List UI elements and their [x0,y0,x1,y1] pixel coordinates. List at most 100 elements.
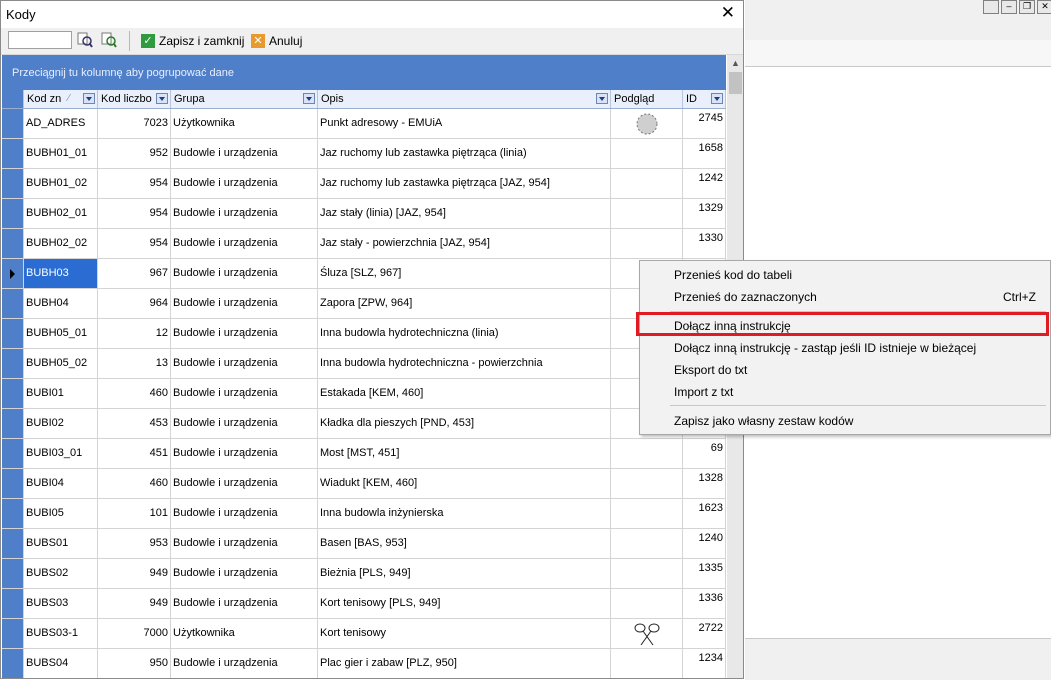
cell-kod-zn[interactable]: BUBI04 [24,469,98,498]
cell-kod-liczbo[interactable]: 12 [98,319,171,348]
cell-kod-zn[interactable]: BUBH02_01 [24,199,98,228]
cell-kod-zn[interactable]: BUBH05_02 [24,349,98,378]
filter-dropdown-icon[interactable] [156,93,168,104]
cell-opis[interactable]: Basen [BAS, 953] [318,529,611,558]
cell-opis[interactable]: Jaz stały - powierzchnia [JAZ, 954] [318,229,611,258]
cell-id[interactable]: 1335 [683,559,726,588]
cell-id[interactable]: 1240 [683,529,726,558]
cell-kod-zn[interactable]: BUBS01 [24,529,98,558]
dialog-close-button[interactable]: ✕ [721,4,735,21]
find-next-icon[interactable] [101,32,117,48]
row-indicator[interactable] [2,499,24,528]
cell-kod-liczbo[interactable]: 954 [98,199,171,228]
cell-grupa[interactable]: Budowle i urządzenia [171,229,318,258]
cell-kod-liczbo[interactable]: 453 [98,409,171,438]
cell-kod-zn[interactable]: BUBH04 [24,289,98,318]
context-menu-item[interactable]: Przenieś kod do tabeli [640,264,1050,286]
cell-kod-liczbo[interactable]: 460 [98,469,171,498]
row-indicator[interactable] [2,589,24,618]
context-menu-item[interactable]: Zapisz jako własny zestaw kodów [640,410,1050,432]
cell-podglad[interactable] [611,529,683,558]
column-header-grupa[interactable]: Grupa [171,90,318,108]
cell-opis[interactable]: Inna budowla hydrotechniczna (linia) [318,319,611,348]
cell-kod-liczbo[interactable]: 451 [98,439,171,468]
context-menu-item[interactable]: Dołącz inną instrukcję - zastąp jeśli ID… [640,337,1050,359]
cell-grupa[interactable]: Budowle i urządzenia [171,289,318,318]
cell-opis[interactable]: Zapora [ZPW, 964] [318,289,611,318]
cell-podglad[interactable] [611,499,683,528]
table-row[interactable]: BUBH01_02 954 Budowle i urządzenia Jaz ruch… [2,169,726,199]
column-header-opis[interactable]: Opis [318,90,611,108]
find-icon[interactable] [77,32,93,48]
cell-opis[interactable]: Most [MST, 451] [318,439,611,468]
row-indicator[interactable] [2,199,24,228]
cell-grupa[interactable]: Budowle i urządzenia [171,469,318,498]
cell-grupa[interactable]: Budowle i urządzenia [171,499,318,528]
cell-kod-zn[interactable]: BUBI03_01 [24,439,98,468]
cell-podglad[interactable] [611,109,683,138]
cell-opis[interactable]: Inna budowla inżynierska [318,499,611,528]
cell-grupa[interactable]: Budowle i urządzenia [171,169,318,198]
filter-dropdown-icon[interactable] [303,93,315,104]
table-row[interactable]: BUBH05_01 12 Budowle i urządzenia Inna budo… [2,319,726,349]
cell-kod-liczbo[interactable]: 101 [98,499,171,528]
cell-grupa[interactable]: Budowle i urządzenia [171,409,318,438]
row-indicator[interactable] [2,649,24,678]
cell-podglad[interactable] [611,469,683,498]
cell-kod-liczbo[interactable]: 13 [98,349,171,378]
cell-grupa[interactable]: Budowle i urządzenia [171,319,318,348]
cell-opis[interactable]: Kort tenisowy [318,619,611,648]
column-header-kod-zn[interactable]: Kod zn ⁄ [24,90,98,108]
cell-kod-liczbo[interactable]: 954 [98,169,171,198]
cell-kod-zn[interactable]: BUBH01_01 [24,139,98,168]
cell-grupa[interactable]: Budowle i urządzenia [171,349,318,378]
cell-opis[interactable]: Jaz ruchomy lub zastawka piętrząca [JAZ,… [318,169,611,198]
cell-kod-liczbo[interactable]: 949 [98,559,171,588]
cell-opis[interactable]: Kort tenisowy [PLS, 949] [318,589,611,618]
table-row[interactable]: BUBH03 967 Budowle i urządzenia Śluza [SLZ,… [2,259,726,289]
cell-podglad[interactable] [611,439,683,468]
cell-podglad[interactable] [611,589,683,618]
context-menu-item[interactable]: Import z txt [640,381,1050,403]
row-indicator[interactable] [2,529,24,558]
table-row[interactable]: BUBS02 949 Budowle i urządzenia Bieżnia [PL… [2,559,726,589]
row-indicator[interactable] [2,469,24,498]
cancel-button[interactable]: ✕ Anuluj [251,32,302,50]
cell-kod-zn[interactable]: BUBS03 [24,589,98,618]
column-header-kod-liczbo[interactable]: Kod liczbo [98,90,171,108]
row-indicator[interactable] [2,409,24,438]
cell-podglad[interactable] [611,169,683,198]
minimize-icon[interactable]: – [1001,0,1017,14]
cell-grupa[interactable]: Użytkownika [171,619,318,648]
cell-opis[interactable]: Punkt adresowy - EMUiA [318,109,611,138]
table-row[interactable]: BUBS03-1 7000 Użytkownika Kort tenisowy 2722 [2,619,726,649]
cell-grupa[interactable]: Budowle i urządzenia [171,529,318,558]
cell-id[interactable]: 1623 [683,499,726,528]
cell-grupa[interactable]: Budowle i urządzenia [171,139,318,168]
cell-id[interactable]: 69 [683,439,726,468]
cell-grupa[interactable]: Budowle i urządzenia [171,559,318,588]
cell-grupa[interactable]: Budowle i urządzenia [171,439,318,468]
cell-id[interactable]: 1328 [683,469,726,498]
cell-id[interactable]: 2722 [683,619,726,648]
table-row[interactable]: BUBH05_02 13 Budowle i urządzenia Inna budo… [2,349,726,379]
cell-podglad[interactable] [611,649,683,678]
cell-opis[interactable]: Inna budowla hydrotechniczna - powierzch… [318,349,611,378]
close-icon[interactable]: ✕ [1037,0,1051,14]
cell-opis[interactable]: Plac gier i zabaw [PLZ, 950] [318,649,611,678]
row-indicator[interactable] [2,109,24,138]
cell-grupa[interactable]: Budowle i urządzenia [171,589,318,618]
scrollbar-thumb[interactable] [729,72,742,94]
column-header-id[interactable]: ID [683,90,726,108]
table-row[interactable]: AD_ADRES 7023 Użytkownika Punkt adresowy - … [2,109,726,139]
row-indicator[interactable] [2,559,24,588]
row-indicator[interactable] [2,139,24,168]
table-row[interactable]: BUBI04 460 Budowle i urządzenia Wiadukt [KE… [2,469,726,499]
cell-kod-liczbo[interactable]: 952 [98,139,171,168]
row-indicator[interactable] [2,619,24,648]
cell-kod-liczbo[interactable]: 954 [98,229,171,258]
cell-kod-liczbo[interactable]: 953 [98,529,171,558]
row-indicator[interactable] [2,229,24,258]
cell-opis[interactable]: Estakada [KEM, 460] [318,379,611,408]
row-indicator[interactable] [2,349,24,378]
